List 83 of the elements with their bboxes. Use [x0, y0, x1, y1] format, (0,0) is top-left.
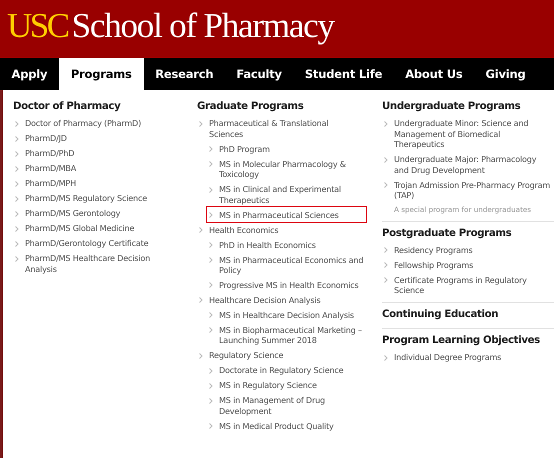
- section-heading[interactable]: Graduate Programs: [197, 99, 366, 114]
- chevron-icon: [199, 352, 203, 359]
- chevron-icon: [15, 180, 19, 187]
- menu-link[interactable]: Residency Programs: [394, 244, 473, 256]
- nav-tab[interactable]: Faculty: [224, 58, 294, 90]
- menu-link[interactable]: MS in Regulatory Science: [219, 380, 317, 391]
- menu-link[interactable]: Progressive MS in Health Economics: [219, 280, 359, 290]
- chevron-icon: [199, 297, 203, 304]
- menu-link[interactable]: Doctorate in Regulatory Science: [219, 365, 344, 376]
- chevron-icon: [15, 226, 19, 232]
- chevron-icon: [15, 120, 19, 127]
- section-heading[interactable]: Program Learning Objectives: [382, 333, 554, 348]
- menu-link[interactable]: PhD Program: [219, 144, 270, 154]
- chevron-icon: [15, 240, 19, 247]
- logo-mark[interactable]: USC: [7, 6, 68, 46]
- section-heading[interactable]: Doctor of Pharmacy: [13, 99, 181, 114]
- section-heading[interactable]: Continuing Education: [382, 307, 554, 322]
- chevron-icon: [384, 247, 388, 254]
- chevron-icon: [15, 166, 19, 172]
- menu-link[interactable]: MS in Biopharmaceutical Marketing – Launching Summer 2018: [219, 324, 364, 346]
- menu-link[interactable]: MS in Management of Drug Development: [219, 395, 364, 416]
- menu-link[interactable]: PharmD/MS Healthcare Decision Analysis: [25, 253, 179, 274]
- menu-link[interactable]: Certificate Programs in Regulatory Science: [394, 274, 552, 296]
- chevron-icon: [209, 382, 213, 389]
- menu-link[interactable]: PharmD/MS Gerontology: [25, 208, 120, 219]
- chevron-icon: [209, 242, 213, 248]
- menu-link[interactable]: MS in Pharmaceutical Economics and Policy: [219, 254, 364, 276]
- chevron-icon: [15, 196, 19, 202]
- section-heading[interactable]: Postgraduate Programs: [382, 226, 554, 241]
- menu-link[interactable]: PhD in Health Economics: [219, 240, 316, 250]
- chevron-icon: [209, 186, 213, 193]
- chevron-icon: [384, 120, 388, 127]
- chevron-icon: [209, 327, 213, 334]
- chevron-icon: [15, 136, 19, 142]
- chevron-icon: [15, 150, 19, 157]
- menu-link[interactable]: Healthcare Decision Analysis: [209, 294, 320, 306]
- nav-tab[interactable]: About Us: [394, 58, 474, 90]
- chevron-icon: [384, 354, 388, 361]
- menu-link[interactable]: MS in Clinical and Experimental Therapeutics: [219, 184, 364, 205]
- chevron-icon: [209, 368, 213, 374]
- chevron-icon: [209, 312, 213, 318]
- chevron-icon: [209, 146, 213, 152]
- nav-tab[interactable]: Research: [144, 58, 225, 90]
- menu-link[interactable]: MS in Medical Product Quality: [219, 420, 334, 432]
- menu-link[interactable]: PharmD/MS Regulatory Science: [25, 193, 147, 204]
- chevron-icon: [209, 423, 213, 430]
- menu-link[interactable]: Undergraduate Minor: Science and Management of Biomedical Therapeutics: [394, 118, 552, 150]
- chevron-icon: [209, 398, 213, 404]
- menu-link[interactable]: Regulatory Science: [209, 350, 284, 361]
- chevron-icon: [384, 277, 388, 284]
- menu-link[interactable]: Pharmaceutical & Translational Sciences: [209, 118, 364, 140]
- nav-tab[interactable]: Student Life: [293, 58, 394, 90]
- chevron-icon: [209, 282, 213, 288]
- chevron-icon: [209, 257, 213, 264]
- menu-link[interactable]: PharmD/MBA: [25, 163, 76, 174]
- menu-link[interactable]: Doctor of Pharmacy (PharmD): [25, 118, 142, 129]
- chevron-icon: [199, 120, 203, 127]
- menu-link[interactable]: PharmD/PhD: [25, 148, 74, 159]
- menu-link[interactable]: PharmD/MS Global Medicine: [25, 223, 134, 234]
- chevron-icon: [384, 156, 388, 163]
- menu-link[interactable]: Undergraduate Major: Pharmacology and Drug Development: [394, 154, 552, 175]
- menu-link[interactable]: MS in Healthcare Decision Analysis: [219, 310, 354, 320]
- menu-link[interactable]: Trojan Admission Pre-Pharmacy Program (TAP): [394, 180, 552, 200]
- menu-link[interactable]: Individual Degree Programs: [394, 352, 502, 363]
- menu-link[interactable]: PharmD/Gerontology Certificate: [25, 238, 148, 249]
- nav-tab[interactable]: Programs: [58, 58, 144, 90]
- menu-link[interactable]: PharmD/JD: [25, 133, 67, 144]
- chevron-icon: [384, 182, 388, 188]
- chevron-icon: [15, 256, 19, 262]
- site-title[interactable]: School of Pharmacy: [72, 6, 334, 46]
- chevron-icon: [209, 161, 213, 168]
- menu-link[interactable]: PharmD/MPH: [25, 178, 76, 189]
- menu-link[interactable]: MS in Pharmaceutical Sciences: [219, 210, 339, 220]
- chevron-icon: [209, 212, 213, 218]
- menu-link[interactable]: Fellowship Programs: [394, 260, 474, 270]
- menu-link[interactable]: MS in Molecular Pharmacology & Toxicology: [219, 158, 364, 180]
- nav-tab[interactable]: Giving: [474, 58, 538, 90]
- chevron-icon: [384, 262, 388, 268]
- menu-link[interactable]: Health Economics: [209, 224, 278, 235]
- chevron-icon: [15, 210, 19, 217]
- nav-tab[interactable]: Apply: [0, 58, 59, 90]
- chevron-icon: [199, 227, 203, 234]
- section-heading[interactable]: Undergraduate Programs: [382, 99, 554, 114]
